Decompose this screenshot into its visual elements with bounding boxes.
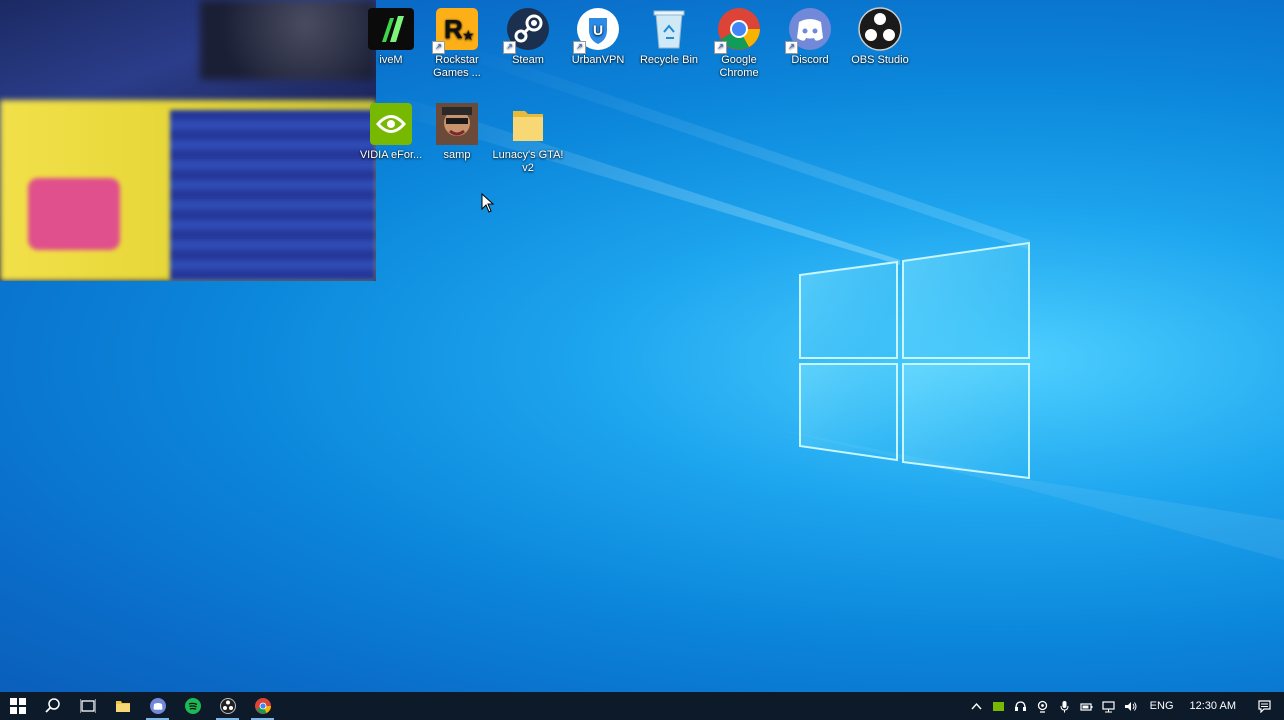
action-center-button[interactable] [1244, 692, 1284, 720]
search-icon [44, 698, 60, 713]
taskbar-spotify[interactable] [175, 692, 210, 720]
notification-icon [1257, 699, 1271, 713]
obs-studio-icon [857, 6, 903, 52]
microphone-icon [1060, 700, 1069, 712]
taskbar-obs-studio[interactable] [210, 692, 245, 720]
battery-icon [1080, 702, 1093, 711]
desktop-icon-discord[interactable]: ↗ Discord [774, 0, 846, 67]
desktop-icon-label: OBS Studio [851, 54, 909, 66]
desktop-icon-obs-studio[interactable]: OBS Studio [844, 0, 916, 67]
urbanvpn-icon: U ↗ [573, 6, 621, 54]
tray-headset[interactable] [1010, 692, 1032, 720]
file-explorer-icon [115, 701, 130, 712]
clock[interactable]: 12:30 AM [1182, 700, 1244, 712]
input-language[interactable]: ENG [1142, 700, 1182, 712]
desktop-icon-label: VIDIA eFor... [359, 149, 423, 161]
show-hidden-icons-button[interactable] [966, 692, 988, 720]
desktop-icon-label: Google Chrome [719, 54, 759, 79]
desktop-icon-google-chrome[interactable]: ↗ Google Chrome [703, 0, 775, 80]
tray-microphone[interactable] [1054, 692, 1076, 720]
desktop-icon-fivem[interactable]: iveM [355, 0, 427, 67]
samp-icon [434, 101, 480, 147]
desktop-icon-label: UrbanVPN [571, 54, 625, 66]
svg-text:U: U [593, 22, 603, 38]
desktop-icon-label: Recycle Bin [639, 54, 699, 66]
discord-icon [149, 698, 166, 714]
start-button[interactable] [0, 692, 35, 720]
tray-battery[interactable] [1076, 692, 1098, 720]
recycle-bin-icon [646, 6, 692, 52]
video-overlay-blue-area [170, 110, 376, 281]
nvidia-tray-icon [993, 701, 1005, 711]
system-tray: ENG 12:30 AM [966, 692, 1284, 720]
desktop-icon-label: Steam [512, 54, 544, 66]
video-overlay-dark-area [200, 0, 376, 80]
task-view-icon [79, 699, 96, 713]
desktop-icon-label: Lunacy's GTA! v2 [492, 149, 564, 174]
taskbar-file-explorer[interactable] [105, 692, 140, 720]
chevron-up-icon [971, 702, 982, 709]
tray-webcam[interactable] [1032, 692, 1054, 720]
desktop-icon-recycle-bin[interactable]: Recycle Bin [633, 0, 705, 67]
desktop-icon-urbanvpn[interactable]: U ↗ UrbanVPN [562, 0, 634, 67]
desktop-icon-label: samp [443, 149, 471, 161]
spotify-icon [184, 698, 201, 714]
discord-icon: ↗ [785, 6, 833, 54]
video-overlay [0, 0, 376, 281]
svg-text:★: ★ [462, 27, 475, 43]
tray-network[interactable] [1098, 692, 1120, 720]
desktop-icon-nvidia[interactable]: VIDIA eFor... [355, 95, 427, 162]
taskbar-discord[interactable] [140, 692, 175, 720]
volume-icon [1125, 701, 1137, 711]
taskbar: ENG 12:30 AM [0, 692, 1284, 720]
headset-icon [1015, 700, 1027, 711]
shortcut-arrow-icon: ↗ [573, 41, 586, 54]
windows-wallpaper-logo [799, 241, 1030, 480]
shortcut-arrow-icon: ↗ [503, 41, 516, 54]
desktop-icon-samp[interactable]: samp [421, 95, 493, 162]
steam-icon: ↗ [503, 6, 551, 54]
folder-icon [505, 101, 551, 147]
desktop-icon-rockstar[interactable]: R ★ ↗ Rockstar Games ... [421, 0, 493, 80]
tray-nvidia[interactable] [988, 692, 1010, 720]
mouse-cursor-icon [481, 193, 495, 213]
search-button[interactable] [35, 692, 70, 720]
video-overlay-pink-area [28, 178, 120, 250]
svg-text:R: R [444, 14, 463, 44]
desktop-icon-label: Discord [791, 54, 829, 66]
shortcut-arrow-icon: ↗ [432, 41, 445, 54]
webcam-icon [1038, 700, 1048, 713]
desktop-icon-steam[interactable]: ↗ Steam [492, 0, 564, 67]
tray-volume[interactable] [1120, 692, 1142, 720]
task-view-button[interactable] [70, 692, 105, 720]
rockstar-games-icon: R ★ ↗ [432, 6, 480, 54]
taskbar-google-chrome[interactable] [245, 692, 280, 720]
windows-start-icon [9, 698, 26, 714]
desktop-icon-lunacy-gta[interactable]: Lunacy's GTA! v2 [492, 95, 564, 175]
nvidia-geforce-icon [368, 101, 414, 147]
desktop-icon-label: Rockstar Games ... [433, 54, 481, 79]
obs-studio-icon [219, 698, 236, 714]
shortcut-arrow-icon: ↗ [785, 41, 798, 54]
fivem-icon [368, 6, 414, 52]
shortcut-arrow-icon: ↗ [714, 41, 727, 54]
desktop-icon-label: iveM [379, 54, 403, 66]
google-chrome-icon [254, 698, 271, 714]
google-chrome-icon: ↗ [714, 6, 762, 54]
network-icon [1102, 700, 1115, 712]
